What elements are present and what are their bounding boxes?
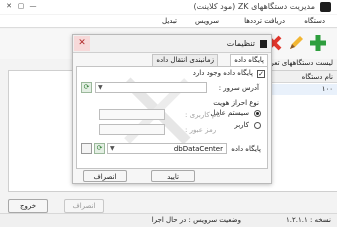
edit-icon[interactable]	[287, 34, 305, 52]
tab-transfer-schedule[interactable]: زمانبندی انتقال داده	[152, 54, 218, 66]
app-logo-icon	[320, 2, 331, 12]
database-combobox[interactable]: ▼ dbDataCenter	[107, 143, 227, 154]
auth-os-radio[interactable]	[254, 110, 261, 117]
db-exists-checkbox[interactable]: ✓	[257, 70, 265, 78]
ok-button[interactable]: تایید	[151, 170, 195, 182]
title-bar: ✕ ▢ — مدیریت دستگاههای ZK (مود کلاینت)	[0, 0, 337, 14]
minimize-window-icon[interactable]: —	[28, 2, 38, 10]
menu-device[interactable]: دستگاه	[304, 17, 325, 25]
menu-convert[interactable]: تبدیل	[162, 17, 177, 25]
dialog-tabs: پایگاه داده زمانبندی انتقال داده	[76, 54, 268, 66]
settings-icon	[260, 40, 267, 48]
close-icon[interactable]: ✕	[74, 36, 90, 51]
username-label: نام کاربری :	[185, 111, 221, 119]
auth-user-label: کاربر	[234, 121, 249, 129]
menu-service[interactable]: سرویس	[195, 17, 219, 25]
exit-button[interactable]: خروج	[8, 199, 48, 213]
db-exists-label: پایگاه داده وجود دارد	[192, 69, 253, 77]
settings-dialog: ✕ تنظیمات پایگاه داده زمانبندی انتقال دا…	[72, 34, 272, 184]
server-address-label: آدرس سرور :	[218, 84, 259, 92]
database-panel: ✓ پایگاه داده وجود دارد آدرس سرور : ▼ ⟳ …	[76, 66, 268, 169]
server-address-combobox[interactable]: ▼	[95, 82, 207, 93]
cancel-button[interactable]: انصراف	[64, 199, 104, 213]
menu-receive-logs[interactable]: دریافت ترددها	[244, 17, 285, 25]
password-label: رمز عبور :	[185, 126, 217, 134]
chevron-down-icon: ▼	[110, 145, 115, 152]
status-bar: نسخه : ۱.۲.۱.۱ وضعیت سرویس : در حال اجرا	[0, 213, 337, 227]
maximize-window-icon[interactable]: ▢	[16, 2, 26, 10]
menu-bar: دستگاه دریافت ترددها سرویس تبدیل	[0, 15, 337, 28]
chevron-down-icon: ▼	[98, 84, 103, 91]
add-icon[interactable]	[309, 34, 327, 52]
username-field[interactable]	[99, 109, 165, 120]
auth-user-radio[interactable]	[254, 122, 261, 129]
auth-type-label: نوع احراز هویت	[213, 99, 259, 107]
database-browse-icon[interactable]	[81, 143, 92, 154]
main-window: ✕ ▢ — مدیریت دستگاههای ZK (مود کلاینت) د…	[0, 0, 337, 227]
version-label: نسخه : ۱.۲.۱.۱	[286, 216, 331, 224]
table-row[interactable]: ۱۰۰	[269, 84, 337, 95]
window-title: مدیریت دستگاههای ZK (مود کلاینت)	[193, 2, 315, 11]
column-header-device-name[interactable]: نام دستگاه	[269, 71, 337, 83]
tab-database[interactable]: پایگاه داده	[230, 54, 268, 66]
close-window-icon[interactable]: ✕	[4, 2, 14, 10]
database-label: پایگاه داده	[231, 145, 261, 153]
dialog-cancel-button[interactable]: انصراف	[83, 170, 127, 182]
service-status-label: وضعیت سرویس : در حال اجرا	[151, 216, 241, 224]
database-value: dbDataCenter	[173, 145, 223, 153]
dialog-title: تنظیمات	[226, 39, 255, 48]
password-field[interactable]	[99, 124, 165, 135]
dialog-title-bar: ✕ تنظیمات	[73, 35, 271, 53]
refresh-databases-icon[interactable]: ⟳	[94, 143, 105, 154]
refresh-servers-icon[interactable]: ⟳	[81, 82, 92, 93]
